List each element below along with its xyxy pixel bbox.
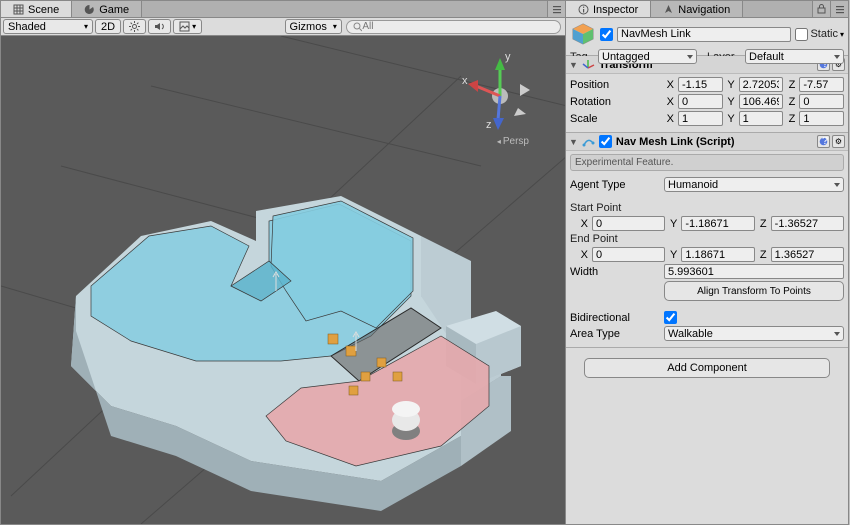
tab-game[interactable]: Game — [72, 1, 142, 17]
scene-tab-bar: Scene Game — [1, 1, 565, 18]
bidirectional-label: Bidirectional — [570, 312, 662, 324]
bidirectional-checkbox[interactable] — [664, 311, 677, 324]
rotation-z-input[interactable] — [799, 94, 844, 109]
search-icon — [353, 22, 363, 32]
info-icon — [578, 4, 589, 15]
gizmos-label: Gizmos — [290, 21, 327, 33]
rotation-x-input[interactable] — [678, 94, 723, 109]
grid-icon — [13, 4, 24, 15]
scene-toolbar: Shaded ▾ 2D ▾ Gizmos ▾ — [1, 18, 565, 36]
agent-type-dropdown[interactable]: Humanoid — [664, 177, 844, 192]
tab-scene-label: Scene — [28, 4, 59, 16]
scale-label: Scale — [570, 113, 662, 125]
lighting-toggle[interactable] — [123, 19, 146, 34]
experimental-notice: Experimental Feature. — [570, 154, 844, 171]
audio-toggle[interactable] — [148, 19, 171, 34]
shading-mode-label: Shaded — [8, 21, 46, 33]
svg-text:y: y — [505, 51, 511, 63]
inspector-tab-bar: Inspector Navigation — [566, 1, 848, 18]
scale-z-input[interactable] — [799, 111, 844, 126]
scene-viewport[interactable]: y x z Persp — [1, 36, 565, 524]
svg-text:x: x — [462, 75, 468, 87]
end-x-input[interactable] — [592, 247, 665, 262]
image-icon — [179, 21, 190, 32]
navmeshlink-icon — [582, 135, 595, 148]
start-z-input[interactable] — [771, 216, 844, 231]
align-transform-button[interactable]: Align Transform To Points — [664, 281, 844, 301]
start-point-label: Start Point — [570, 202, 844, 214]
area-type-label: Area Type — [570, 328, 662, 340]
orientation-gizmo[interactable]: y x z — [455, 46, 545, 146]
layer-dropdown[interactable]: Default — [745, 49, 844, 64]
tab-scene[interactable]: Scene — [1, 1, 72, 17]
start-x-input[interactable] — [592, 216, 665, 231]
transform-component: ▼ Transform ? ⚙ Position X Y Z Rotation … — [566, 56, 848, 133]
position-z-input[interactable] — [799, 77, 844, 92]
navmeshlink-title: Nav Mesh Link (Script) — [616, 136, 735, 148]
svg-text:z: z — [486, 119, 492, 131]
tab-inspector-label: Inspector — [593, 4, 638, 16]
audio-icon — [154, 21, 165, 32]
panel-menu-icon[interactable] — [547, 1, 565, 17]
rotation-y-input[interactable] — [739, 94, 784, 109]
svg-text:?: ? — [822, 137, 828, 146]
pacman-icon — [84, 4, 95, 15]
gameobject-icon — [570, 21, 596, 47]
component-enabled-checkbox[interactable] — [599, 135, 612, 148]
foldout-icon[interactable]: ▼ — [569, 137, 578, 147]
gameobject-name-input[interactable] — [617, 27, 791, 42]
nav-icon — [663, 4, 674, 15]
rotation-label: Rotation — [570, 96, 662, 108]
tab-navigation[interactable]: Navigation — [651, 1, 743, 17]
foldout-icon[interactable]: ▼ — [569, 60, 578, 70]
scene-search-input[interactable] — [362, 21, 554, 32]
static-checkbox[interactable] — [795, 28, 808, 41]
transform-icon — [582, 58, 595, 71]
width-input[interactable] — [664, 264, 844, 279]
navmeshlink-component: ▼ Nav Mesh Link (Script) ? ⚙ Experimenta… — [566, 133, 848, 348]
position-y-input[interactable] — [739, 77, 784, 92]
tab-navigation-label: Navigation — [678, 4, 730, 16]
static-label: Static — [810, 28, 838, 40]
gear-icon[interactable]: ⚙ — [832, 135, 845, 148]
gameobject-active-checkbox[interactable] — [600, 28, 613, 41]
effects-toggle[interactable]: ▾ — [173, 19, 202, 34]
position-x-input[interactable] — [678, 77, 723, 92]
scale-y-input[interactable] — [739, 111, 784, 126]
panel-menu-icon[interactable] — [830, 1, 848, 17]
scene-search[interactable] — [346, 20, 561, 34]
tab-inspector[interactable]: Inspector — [566, 1, 651, 17]
persp-label[interactable]: Persp — [497, 136, 529, 147]
gizmos-dropdown[interactable]: Gizmos ▾ — [285, 19, 342, 34]
end-z-input[interactable] — [771, 247, 844, 262]
shading-mode-dropdown[interactable]: Shaded ▾ — [3, 19, 93, 34]
tag-dropdown[interactable]: Untagged — [598, 49, 697, 64]
scale-x-input[interactable] — [678, 111, 723, 126]
tab-game-label: Game — [99, 4, 129, 16]
position-label: Position — [570, 79, 662, 91]
end-point-label: End Point — [570, 233, 844, 245]
area-type-dropdown[interactable]: Walkable — [664, 326, 844, 341]
end-y-input[interactable] — [681, 247, 754, 262]
gameobject-header: Static ▾ Tag Untagged Layer Default — [566, 18, 848, 56]
lock-icon[interactable] — [812, 1, 830, 17]
help-icon[interactable]: ? — [817, 135, 830, 148]
start-y-input[interactable] — [681, 216, 754, 231]
add-component-button[interactable]: Add Component — [584, 358, 830, 378]
2d-toggle[interactable]: 2D — [95, 19, 121, 34]
width-label: Width — [570, 266, 662, 278]
agent-type-label: Agent Type — [570, 179, 662, 191]
sun-icon — [129, 21, 140, 32]
